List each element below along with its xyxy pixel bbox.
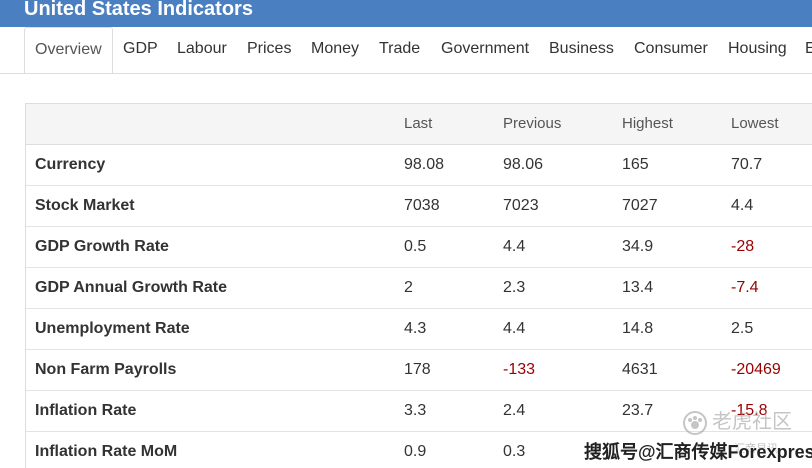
indicator-name-link[interactable]: Unemployment Rate bbox=[35, 309, 190, 349]
previous-value: 7023 bbox=[503, 197, 539, 214]
paw-logo-icon bbox=[682, 410, 708, 436]
tab-business[interactable]: Business bbox=[549, 27, 614, 73]
lowest-value: -20469 bbox=[731, 361, 781, 378]
lowest-value: -28 bbox=[731, 238, 755, 255]
highest-value: 34.9 bbox=[622, 238, 654, 255]
lowest-value: -7.4 bbox=[731, 279, 759, 296]
highest-value: 13.4 bbox=[622, 279, 654, 296]
previous-value: 0.3 bbox=[503, 443, 526, 460]
highest-value: 7027 bbox=[622, 197, 658, 214]
column-header-highest: Highest bbox=[622, 115, 673, 132]
highest-value: 4631 bbox=[622, 361, 658, 378]
tab-gdp[interactable]: GDP bbox=[123, 27, 158, 73]
tab-labour[interactable]: Labour bbox=[177, 27, 227, 73]
previous-value: 2.3 bbox=[503, 279, 526, 296]
table-row[interactable]: Stock Market 7038 7023 7027 4.4 bbox=[26, 186, 812, 227]
page-header: United States Indicators bbox=[0, 0, 812, 27]
last-value: 2 bbox=[404, 279, 413, 296]
tab-trade[interactable]: Trade bbox=[379, 27, 420, 73]
highest-value: 14.8 bbox=[622, 320, 654, 337]
previous-value: -133 bbox=[503, 361, 536, 378]
tab-prices[interactable]: Prices bbox=[247, 27, 291, 73]
last-value: 4.3 bbox=[404, 320, 427, 337]
lowest-value: 4.4 bbox=[731, 197, 754, 214]
source-watermark: 搜狐号@汇商传媒Forexpress bbox=[584, 442, 812, 462]
community-watermark-text: 老虎社区 bbox=[712, 411, 792, 433]
tab-more[interactable]: E bbox=[805, 27, 812, 73]
page: United States Indicators Overview GDP La… bbox=[0, 0, 812, 468]
lowest-value: 70.7 bbox=[731, 156, 763, 173]
indicator-name-link[interactable]: Inflation Rate MoM bbox=[35, 432, 177, 468]
tab-money[interactable]: Money bbox=[311, 27, 359, 73]
last-value: 0.9 bbox=[404, 443, 427, 460]
table-row[interactable]: GDP Growth Rate 0.5 4.4 34.9 -28 bbox=[26, 227, 812, 268]
table-row[interactable]: Non Farm Payrolls 178 -133 4631 -20469 bbox=[26, 350, 812, 391]
indicator-tabs: Overview GDP Labour Prices Money Trade G… bbox=[0, 27, 812, 74]
column-header-last: Last bbox=[404, 115, 433, 132]
table-row[interactable]: GDP Annual Growth Rate 2 2.3 13.4 -7.4 bbox=[26, 268, 812, 309]
community-watermark: 老虎社区 bbox=[682, 405, 792, 436]
indicator-name-link[interactable]: Inflation Rate bbox=[35, 391, 136, 431]
previous-value: 98.06 bbox=[503, 156, 544, 173]
highest-value: 23.7 bbox=[622, 402, 654, 419]
last-value: 98.08 bbox=[404, 156, 445, 173]
tab-overview[interactable]: Overview bbox=[24, 27, 113, 73]
tab-housing[interactable]: Housing bbox=[728, 27, 787, 73]
indicator-name-link[interactable]: Non Farm Payrolls bbox=[35, 350, 176, 390]
previous-value: 2.4 bbox=[503, 402, 526, 419]
last-value: 7038 bbox=[404, 197, 440, 214]
indicator-name-link[interactable]: GDP Annual Growth Rate bbox=[35, 268, 227, 308]
previous-value: 4.4 bbox=[503, 320, 526, 337]
table-row[interactable]: Unemployment Rate 4.3 4.4 14.8 2.5 bbox=[26, 309, 812, 350]
indicator-name-link[interactable]: Stock Market bbox=[35, 186, 135, 226]
indicator-name-link[interactable]: GDP Growth Rate bbox=[35, 227, 169, 267]
tab-consumer[interactable]: Consumer bbox=[634, 27, 708, 73]
page-title: United States Indicators bbox=[24, 0, 253, 20]
previous-value: 4.4 bbox=[503, 238, 526, 255]
last-value: 178 bbox=[404, 361, 431, 378]
table-row[interactable]: Currency 98.08 98.06 165 70.7 bbox=[26, 145, 812, 186]
tab-government[interactable]: Government bbox=[441, 27, 529, 73]
table-header-row: Last Previous Highest Lowest bbox=[26, 104, 812, 145]
column-header-previous: Previous bbox=[503, 115, 562, 132]
last-value: 3.3 bbox=[404, 402, 427, 419]
indicator-name-link[interactable]: Currency bbox=[35, 145, 105, 185]
highest-value: 165 bbox=[622, 156, 649, 173]
last-value: 0.5 bbox=[404, 238, 427, 255]
lowest-value: 2.5 bbox=[731, 320, 754, 337]
column-header-lowest: Lowest bbox=[731, 115, 779, 132]
